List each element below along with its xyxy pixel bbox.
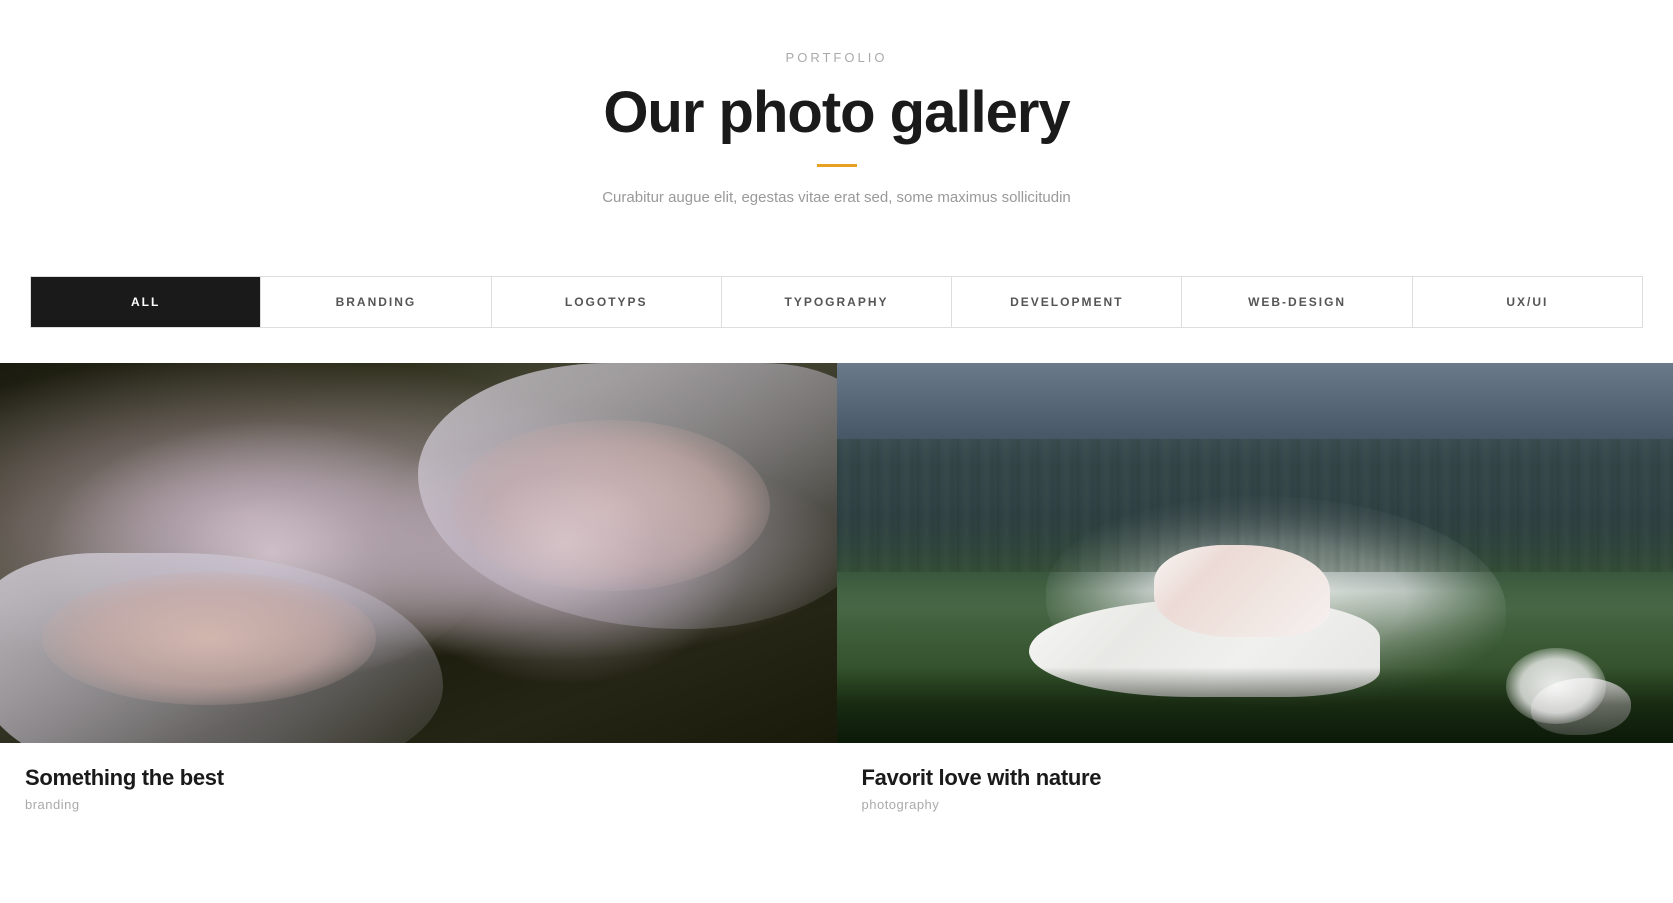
gallery-image-1 bbox=[0, 363, 837, 743]
tab-development[interactable]: DEVELOPMENT bbox=[952, 277, 1182, 327]
gallery-grid: Something the best branding Favorit love… bbox=[0, 363, 1673, 837]
gallery-item-title-2: Favorit love with nature bbox=[862, 765, 1649, 791]
gallery-item-2[interactable]: Favorit love with nature photography bbox=[837, 363, 1673, 837]
subtitle-text: Curabitur augue elit, egestas vitae erat… bbox=[20, 189, 1653, 206]
gallery-item-1[interactable]: Something the best branding bbox=[0, 363, 837, 837]
tab-typography[interactable]: TYPOGRAPHY bbox=[722, 277, 952, 327]
photo-detail bbox=[1154, 545, 1330, 636]
gallery-caption-1: Something the best branding bbox=[0, 743, 837, 837]
page-wrapper: PORTFOLIO Our photo gallery Curabitur au… bbox=[0, 0, 1673, 837]
tab-logotyps[interactable]: LOGOTYPS bbox=[492, 277, 722, 327]
gallery-item-category-1: branding bbox=[25, 797, 812, 812]
page-title: Our photo gallery bbox=[20, 79, 1653, 146]
header-section: PORTFOLIO Our photo gallery Curabitur au… bbox=[0, 0, 1673, 236]
accent-divider bbox=[817, 164, 857, 167]
gallery-item-category-2: photography bbox=[862, 797, 1649, 812]
photo-detail bbox=[837, 667, 1673, 743]
photo-detail bbox=[452, 420, 770, 591]
gallery-item-title-1: Something the best bbox=[25, 765, 812, 791]
gallery-caption-2: Favorit love with nature photography bbox=[837, 743, 1673, 837]
portfolio-label: PORTFOLIO bbox=[20, 50, 1653, 65]
tab-web-design[interactable]: WEB-DESIGN bbox=[1182, 277, 1412, 327]
photo-detail bbox=[418, 363, 836, 629]
tab-branding[interactable]: BRANDING bbox=[261, 277, 491, 327]
gallery-image-2 bbox=[837, 363, 1673, 743]
photo-detail bbox=[42, 572, 377, 705]
tab-ux-ui[interactable]: UX/UI bbox=[1413, 277, 1642, 327]
tab-all[interactable]: ALL bbox=[31, 277, 261, 327]
filter-tabs: ALL BRANDING LOGOTYPS TYPOGRAPHY DEVELOP… bbox=[30, 276, 1643, 328]
